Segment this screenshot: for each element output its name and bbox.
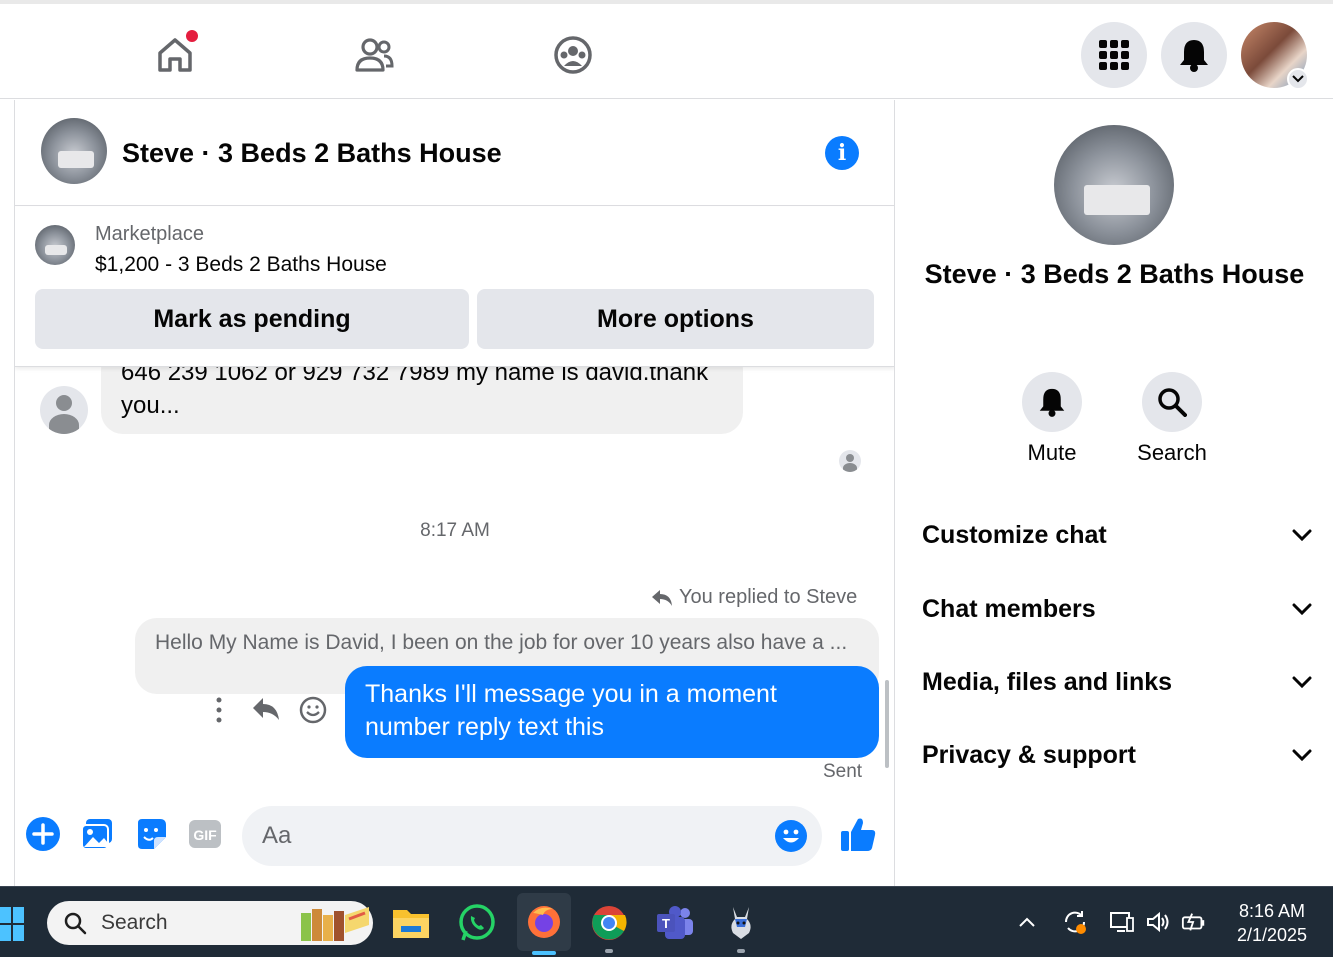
seen-avatar (839, 450, 861, 472)
chat-panel: Steve · 3 Beds 2 Baths House i Marketpla… (14, 100, 895, 886)
reply-button[interactable] (251, 696, 281, 722)
windows-taskbar: Search T 8:16 AM 2/1/2025 (0, 886, 1333, 957)
sender-avatar[interactable] (40, 386, 88, 434)
file-explorer-icon[interactable] (387, 899, 435, 947)
books-highlight-icon (301, 907, 369, 941)
reply-indicator: You replied to Steve (651, 586, 857, 609)
smiley-icon (299, 696, 327, 724)
chat-details-panel: Steve · 3 Beds 2 Baths House Mute Search… (896, 100, 1333, 886)
photo-icon[interactable] (79, 816, 115, 852)
chevron-down-icon (1292, 529, 1312, 541)
section-privacy-support[interactable]: Privacy & support (922, 735, 1312, 775)
section-label: Chat members (922, 594, 1096, 623)
notification-dot (186, 30, 198, 42)
emoji-icon[interactable] (774, 819, 808, 858)
reply-arrow-icon (253, 698, 279, 720)
profile-photo[interactable] (1054, 125, 1174, 245)
listing-thumbnail[interactable] (35, 225, 75, 265)
chat-title[interactable]: Steve · 3 Beds 2 Baths House (122, 138, 502, 169)
plus-icon[interactable] (25, 816, 61, 852)
message-input-box[interactable] (242, 806, 822, 866)
windows-logo-icon (0, 907, 24, 941)
menu-button[interactable] (1081, 22, 1147, 88)
more-options-button[interactable]: More options (477, 289, 874, 349)
battery-icon[interactable] (1181, 909, 1207, 935)
section-chat-members[interactable]: Chat members (922, 589, 1312, 629)
marketplace-label: Marketplace (95, 223, 204, 245)
bell-icon (1039, 388, 1065, 417)
reply-indicator-text: You replied to Steve (679, 586, 858, 608)
mute-label: Mute (1027, 440, 1077, 465)
volume-icon[interactable] (1145, 909, 1171, 935)
home-icon[interactable] (154, 30, 198, 76)
friends-icon[interactable] (353, 34, 395, 76)
message-composer: GIF (15, 800, 894, 886)
profile-avatar[interactable] (1241, 22, 1309, 90)
top-nav (0, 0, 1333, 99)
sticker-icon[interactable] (133, 816, 169, 852)
message-input[interactable] (262, 816, 762, 856)
clock-time: 8:16 AM (1238, 901, 1306, 921)
network-icon[interactable] (1109, 909, 1135, 935)
taskbar-search[interactable]: Search (47, 901, 373, 945)
chevron-down-icon (1292, 749, 1312, 761)
chevron-down-icon (1292, 603, 1312, 615)
message-timestamp: 8:17 AM (420, 520, 490, 541)
svg-text:GIF: GIF (193, 827, 217, 843)
chat-avatar[interactable] (41, 118, 107, 184)
mark-as-pending-button[interactable]: Mark as pending (35, 289, 469, 349)
marketplace-listing: Marketplace $1,200 - 3 Beds 2 Baths Hous… (15, 207, 894, 367)
gif-icon[interactable]: GIF (187, 816, 223, 852)
section-media-files-links[interactable]: Media, files and links (922, 662, 1312, 702)
search-icon (64, 912, 87, 935)
system-clock[interactable]: 8:16 AM 2/1/2025 (1222, 899, 1322, 947)
section-customize-chat[interactable]: Customize chat (922, 515, 1312, 555)
clock-date: 2/1/2025 (1236, 925, 1308, 945)
outgoing-message[interactable]: Thanks I'll message you in a moment numb… (345, 666, 879, 758)
search-button[interactable]: Search (1122, 372, 1222, 466)
like-icon[interactable] (838, 814, 878, 854)
notifications-button[interactable] (1161, 22, 1227, 88)
chevron-up-icon[interactable] (1014, 909, 1040, 935)
listing-title[interactable]: $1,200 - 3 Beds 2 Baths House (95, 253, 387, 277)
section-label: Privacy & support (922, 740, 1136, 769)
reply-icon (652, 589, 672, 606)
section-label: Customize chat (922, 520, 1107, 549)
bell-icon (1180, 40, 1208, 72)
groups-icon[interactable] (552, 34, 594, 76)
whatsapp-icon[interactable] (453, 899, 501, 947)
more-actions-icon[interactable] (207, 696, 231, 724)
react-button[interactable] (299, 696, 327, 724)
info-icon[interactable]: i (825, 136, 859, 170)
teams-icon[interactable]: T (651, 899, 699, 947)
mute-button[interactable]: Mute (1002, 372, 1102, 466)
chrome-icon[interactable] (585, 899, 633, 953)
apps-grid-icon (1099, 40, 1129, 70)
chat-header: Steve · 3 Beds 2 Baths House i (15, 100, 894, 206)
search-icon (1158, 388, 1187, 417)
chat-scrollbar[interactable] (885, 680, 889, 768)
start-button[interactable] (0, 907, 24, 946)
chevron-down-icon (1292, 676, 1312, 688)
sync-icon[interactable] (1062, 909, 1088, 935)
section-label: Media, files and links (922, 667, 1173, 696)
svg-text:T: T (662, 916, 670, 931)
firefox-icon[interactable] (517, 893, 571, 955)
search-label: Search (1137, 440, 1207, 465)
taskbar-search-text: Search (101, 911, 168, 934)
chevron-down-icon (1287, 68, 1309, 90)
message-status: Sent (823, 761, 863, 782)
app-character-icon[interactable] (717, 899, 765, 953)
profile-name: Steve · 3 Beds 2 Baths House (924, 259, 1305, 289)
